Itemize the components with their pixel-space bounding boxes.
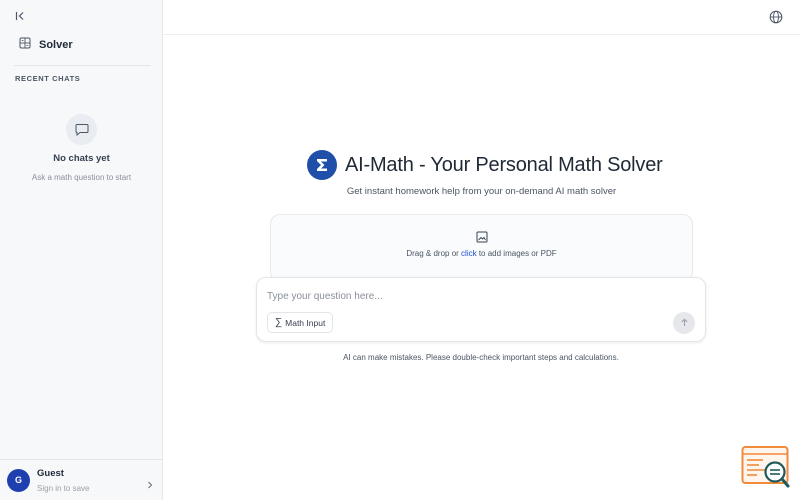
sigma-logo-icon <box>307 150 337 180</box>
send-button[interactable] <box>673 312 695 334</box>
sidebar-divider <box>14 65 151 66</box>
dropzone-text: Drag & drop or click to add images or PD… <box>271 249 692 258</box>
sign-in-hint: Sign in to save <box>37 483 90 493</box>
question-input[interactable] <box>267 288 667 304</box>
globe-icon[interactable] <box>769 10 784 25</box>
page-subtitle: Get instant homework help from your on-d… <box>346 186 617 197</box>
sidebar: Solver RECENT CHATS No chats yet Ask a m… <box>0 0 163 500</box>
chat-bubble-icon <box>66 114 97 145</box>
upload-click-link[interactable]: click <box>461 249 477 258</box>
page-title: AI-Math - Your Personal Math Solver <box>345 153 663 176</box>
math-input-label: Math Input <box>285 317 326 328</box>
feedback-widget-icon[interactable] <box>741 445 791 490</box>
dropzone-text-before: Drag & drop or <box>406 249 462 258</box>
empty-state-title: No chats yet <box>53 153 110 164</box>
empty-chats-state: No chats yet Ask a math question to star… <box>0 114 163 182</box>
chevron-right-icon <box>147 476 153 494</box>
collapse-sidebar-icon[interactable] <box>11 8 29 24</box>
empty-state-subtitle: Ask a math question to start <box>31 173 132 182</box>
user-account[interactable]: G Guest Sign in to save <box>0 459 163 500</box>
image-icon <box>476 230 488 248</box>
user-name: Guest <box>37 467 64 479</box>
math-input-button[interactable]: ∑ Math Input <box>267 312 334 333</box>
sidebar-item-solver[interactable]: Solver <box>12 34 152 56</box>
avatar: G <box>7 468 30 492</box>
recent-chats-heading: RECENT CHATS <box>15 74 81 83</box>
question-composer: ∑ Math Input <box>256 277 706 342</box>
arrow-up-icon <box>680 314 689 332</box>
ai-disclaimer: AI can make mistakes. Please double-chec… <box>343 353 619 362</box>
top-bar <box>163 0 800 35</box>
dropzone-text-after: to add images or PDF <box>476 249 557 258</box>
calculator-icon <box>19 36 31 54</box>
sigma-icon: ∑ <box>275 317 283 328</box>
hero-header: AI-Math - Your Personal Math Solver <box>307 150 663 180</box>
sidebar-item-label: Solver <box>39 39 73 51</box>
file-dropzone[interactable]: Drag & drop or click to add images or PD… <box>270 214 693 282</box>
